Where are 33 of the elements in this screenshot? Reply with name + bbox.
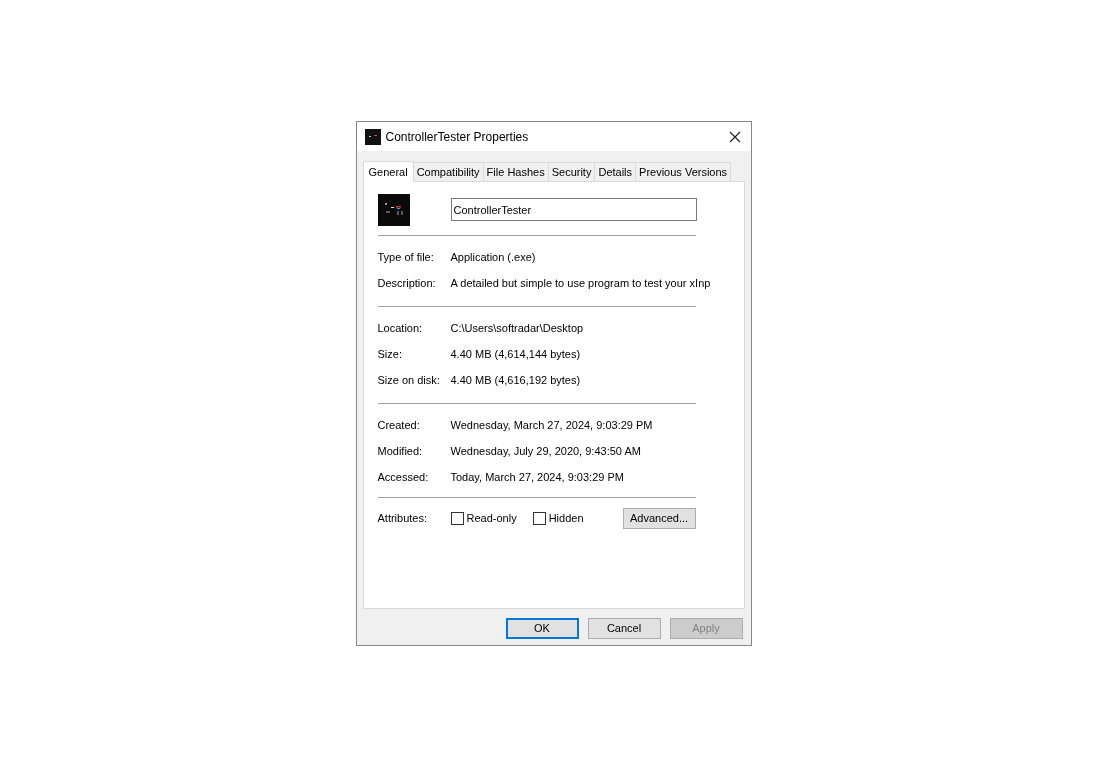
- property-label: Accessed:: [377, 469, 430, 485]
- attributes-label: Attributes:: [377, 510, 429, 526]
- property-value: Wednesday, July 29, 2020, 9:43:50 AM: [450, 443, 641, 459]
- property-value: C:\Users\softradar\Desktop: [450, 320, 584, 336]
- tab[interactable]: General: [362, 161, 414, 182]
- file-name-field[interactable]: ControllerTester: [450, 198, 697, 221]
- property-value: 4.40 MB (4,616,192 bytes): [450, 372, 581, 388]
- checkbox-label: Read-only: [466, 510, 517, 526]
- property-label: Modified:: [377, 443, 424, 459]
- property-label: Description:: [377, 275, 437, 291]
- app-icon: [364, 128, 381, 145]
- tab[interactable]: Previous Versions: [635, 162, 732, 181]
- property-value: 4.40 MB (4,614,144 bytes): [450, 346, 581, 362]
- property-label: Type of file:: [377, 249, 435, 265]
- tab[interactable]: Compatibility: [412, 162, 484, 181]
- property-label: Size:: [377, 346, 403, 362]
- close-icon: [728, 130, 741, 143]
- property-value: Today, March 27, 2024, 9:03:29 PM: [450, 469, 624, 485]
- property-value: Wednesday, March 27, 2024, 9:03:29 PM: [450, 417, 653, 433]
- property-value: Application (.exe): [450, 249, 536, 265]
- dialog-button[interactable]: Cancel: [587, 618, 661, 639]
- dialog-button[interactable]: OK: [505, 618, 579, 639]
- property-value: A detailed but simple to use program to test your xInp: [450, 275, 711, 291]
- app-icon: [377, 193, 410, 226]
- advanced-button[interactable]: Advanced...: [622, 507, 696, 529]
- property-label: Size on disk:: [377, 372, 441, 388]
- checkbox[interactable]: [532, 511, 546, 525]
- property-label: Location:: [377, 320, 424, 336]
- checkbox[interactable]: [450, 511, 464, 525]
- property-label: Created:: [377, 417, 421, 433]
- tab[interactable]: Security: [547, 162, 596, 181]
- window-title: ControllerTester Properties: [385, 128, 529, 146]
- checkbox-label: Hidden: [548, 510, 584, 526]
